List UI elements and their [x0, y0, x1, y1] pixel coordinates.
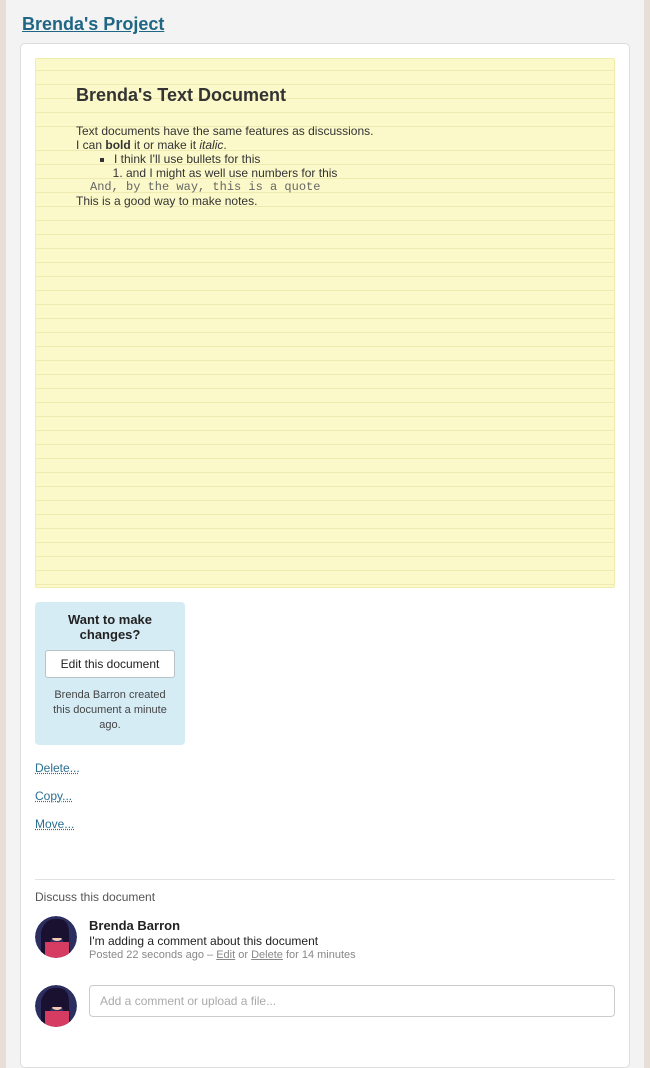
meta-prefix: Posted 22 seconds ago –: [89, 949, 216, 961]
created-meta: Brenda Barron created this document a mi…: [45, 688, 175, 733]
comment-edit-link[interactable]: Edit: [216, 949, 235, 961]
text-fragment: it or make it: [131, 138, 200, 152]
meta-suffix: for 14 minutes: [283, 949, 356, 961]
meta-or: or: [235, 949, 251, 961]
avatar: [35, 916, 77, 958]
text-document-note: Brenda's Text Document Text documents ha…: [35, 58, 615, 588]
italic-sample: italic: [199, 138, 223, 152]
comment-text: I'm adding a comment about this document: [89, 934, 615, 948]
comment-meta: Posted 22 seconds ago – Edit or Delete f…: [89, 949, 615, 961]
comment-delete-link[interactable]: Delete: [251, 949, 283, 961]
delete-link[interactable]: Delete...: [35, 761, 185, 775]
comment-row: Brenda Barron I'm adding a comment about…: [35, 916, 615, 961]
discussion-heading: Discuss this document: [35, 890, 615, 904]
document-title: Brenda's Text Document: [76, 85, 592, 106]
text-fragment: .: [223, 138, 226, 152]
copy-link[interactable]: Copy...: [35, 789, 185, 803]
edit-document-button[interactable]: Edit this document: [45, 650, 175, 678]
comment-input[interactable]: [89, 985, 615, 1017]
changes-heading: Want to make changes?: [45, 612, 175, 642]
numbered-item: and I might as well use numbers for this: [126, 166, 592, 180]
project-title-link[interactable]: Brenda's Project: [22, 14, 164, 35]
document-format-line: I can bold it or make it italic.: [76, 138, 592, 152]
divider: [35, 879, 615, 880]
move-link[interactable]: Move...: [35, 817, 185, 831]
changes-panel: Want to make changes? Edit this document…: [35, 602, 185, 745]
quote-line: And, by the way, this is a quote: [76, 180, 592, 194]
document-intro: Text documents have the same features as…: [76, 124, 592, 138]
avatar: [35, 985, 77, 1027]
closing-line: This is a good way to make notes.: [76, 194, 592, 208]
bold-sample: bold: [105, 138, 130, 152]
bullet-item: I think I'll use bullets for this: [114, 152, 592, 166]
document-sheet: Brenda's Text Document Text documents ha…: [20, 43, 630, 1068]
text-fragment: I can: [76, 138, 105, 152]
comment-author: Brenda Barron: [89, 918, 615, 933]
